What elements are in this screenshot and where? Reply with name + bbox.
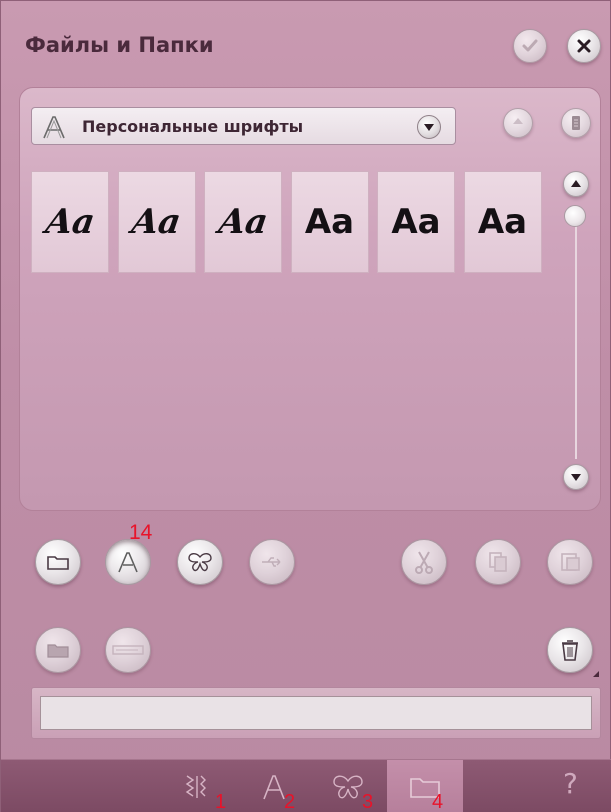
font-preview-glyph: Aa <box>42 202 98 242</box>
new-folder-button[interactable] <box>35 627 81 673</box>
scroll-up-button[interactable] <box>563 171 589 197</box>
font-preview-glyph: Aa <box>477 202 528 242</box>
callout-number-2: 2 <box>284 791 296 812</box>
delete-button[interactable] <box>547 627 593 673</box>
taskbar <box>1 759 611 812</box>
close-button[interactable] <box>567 29 601 63</box>
task-stitches[interactable] <box>171 760 221 812</box>
callout-number: 14 <box>129 521 153 544</box>
font-tile[interactable]: Aa <box>290 171 369 273</box>
font-preview-glyph: Aa <box>304 202 355 242</box>
letter-a-icon <box>118 552 138 573</box>
letter-a-icon <box>43 116 65 139</box>
font-preview-glyph: Aa <box>215 202 271 242</box>
callout-number-1: 1 <box>215 791 227 812</box>
arrow-up-icon <box>571 180 581 187</box>
copy-icon <box>489 552 507 572</box>
usb-icon <box>262 557 281 567</box>
folder-icon <box>47 556 69 570</box>
rename-icon <box>112 645 144 655</box>
help-button[interactable]: ? <box>563 767 578 800</box>
font-tile[interactable]: Aa <box>377 171 455 273</box>
embroidery-filter-button[interactable] <box>177 539 223 585</box>
folder-button[interactable] <box>35 539 81 585</box>
rename-button[interactable] <box>105 627 151 673</box>
trash-icon <box>562 640 578 661</box>
task-files-folders[interactable] <box>387 760 463 812</box>
close-icon <box>577 39 591 53</box>
copy-button[interactable] <box>475 539 521 585</box>
font-tile[interactable]: Aa <box>204 171 282 273</box>
info-field <box>31 687 601 739</box>
dropdown-label: Персональные шрифты <box>82 117 304 136</box>
font-category-dropdown[interactable]: Персональные шрифты <box>31 107 456 145</box>
butterfly-icon <box>333 775 363 799</box>
scrollbar-thumb[interactable] <box>564 205 586 227</box>
storage-icon <box>572 116 580 130</box>
check-icon <box>522 39 538 52</box>
arrow-down-icon <box>571 474 581 481</box>
folder-up-icon <box>513 118 523 124</box>
usb-device-button[interactable] <box>561 108 591 138</box>
confirm-button[interactable] <box>513 29 547 63</box>
font-tile[interactable]: Aa <box>31 171 109 273</box>
new-folder-icon <box>47 644 69 658</box>
files-and-folders-window: Файлы и Папки Персональные шрифты Aa Aa … <box>0 0 611 812</box>
font-tile[interactable]: Aa <box>117 171 196 273</box>
fonts-filter-button[interactable] <box>105 539 151 585</box>
font-tile[interactable]: Aa <box>463 171 542 273</box>
cut-button[interactable] <box>401 539 447 585</box>
chevron-down-icon[interactable] <box>417 115 441 139</box>
file-browser-panel <box>19 87 601 511</box>
callout-number-4: 4 <box>432 791 444 812</box>
paste-icon <box>561 553 580 571</box>
usb-filter-button[interactable] <box>249 539 295 585</box>
info-field-inner <box>40 696 592 730</box>
font-preview-glyph: Aa <box>129 202 184 242</box>
resize-corner <box>593 671 599 677</box>
window-title: Файлы и Папки <box>25 33 214 57</box>
paste-button[interactable] <box>547 539 593 585</box>
stitches-icon <box>185 775 206 798</box>
callout-number-3: 3 <box>362 791 374 812</box>
scrollbar-track[interactable] <box>575 219 577 459</box>
folder-up-button[interactable] <box>503 108 533 138</box>
font-preview-glyph: Aa <box>391 202 441 242</box>
scissors-icon <box>415 551 433 574</box>
butterfly-icon <box>188 553 212 572</box>
scroll-down-button[interactable] <box>563 464 589 490</box>
